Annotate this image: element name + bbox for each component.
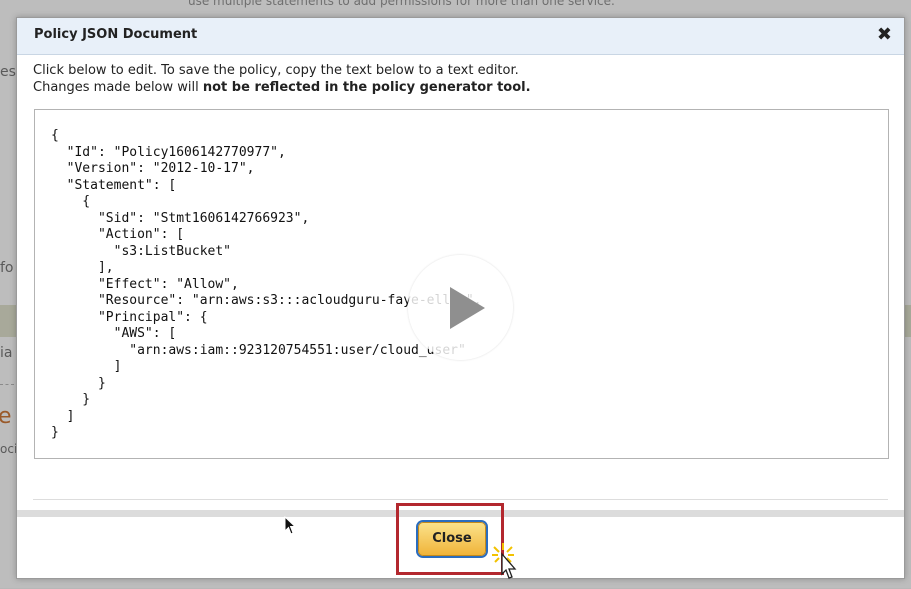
background-fragment: ia bbox=[0, 345, 13, 361]
instructions-warning: not be reflected in the policy generator… bbox=[202, 80, 531, 95]
click-pointer-icon bbox=[490, 541, 526, 589]
mouse-pointer-icon bbox=[284, 515, 298, 540]
close-icon[interactable]: ✖ bbox=[877, 24, 892, 45]
background-fragment: oci bbox=[0, 442, 18, 456]
background-help-text: use multiple statements to add permissio… bbox=[188, 0, 615, 8]
background-fragment: fo bbox=[0, 260, 14, 276]
footer-divider bbox=[33, 499, 888, 500]
background-fragment: es bbox=[0, 64, 16, 80]
close-button[interactable]: Close bbox=[418, 522, 486, 556]
instructions-prefix: Changes made below will bbox=[33, 80, 203, 95]
modal-header: Policy JSON Document ✖ bbox=[17, 18, 904, 55]
background-divider bbox=[0, 384, 14, 385]
modal-instructions: Click below to edit. To save the policy,… bbox=[33, 62, 531, 96]
instructions-line-1: Click below to edit. To save the policy,… bbox=[33, 63, 519, 78]
video-play-button[interactable] bbox=[408, 255, 513, 360]
play-icon bbox=[450, 287, 485, 329]
background-heading-fragment: e bbox=[0, 404, 12, 429]
instructions-line-2: Changes made below will not be reflected… bbox=[33, 79, 531, 96]
modal-title: Policy JSON Document bbox=[34, 27, 198, 42]
